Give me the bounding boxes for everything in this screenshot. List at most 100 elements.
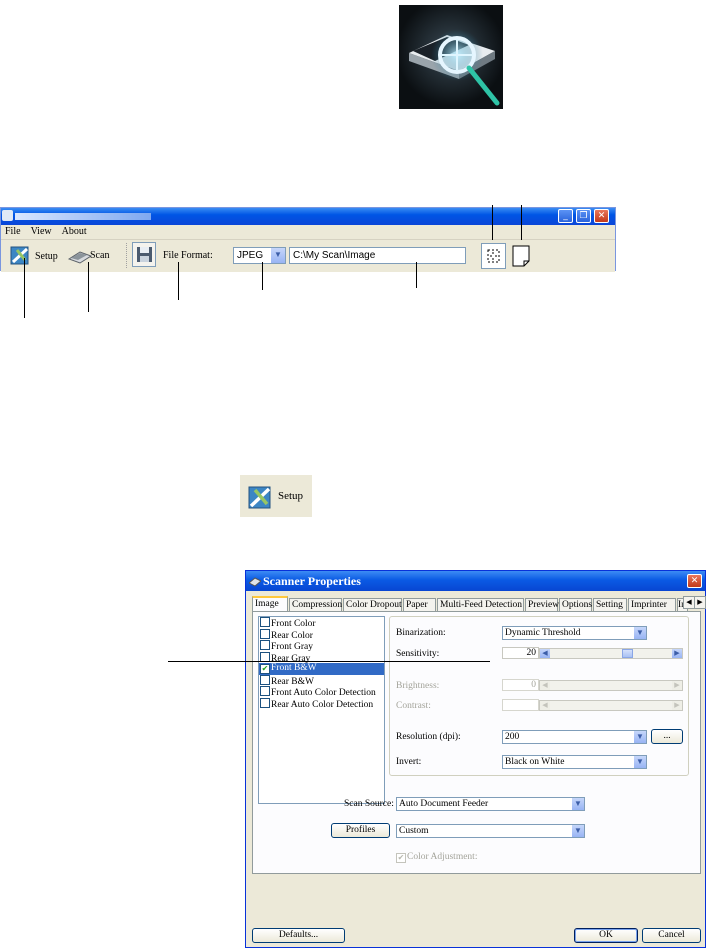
scan-source-label: Scan Source:: [344, 799, 394, 809]
menu-bar: File View About: [1, 225, 615, 239]
ok-button[interactable]: OK: [574, 928, 638, 943]
restore-button[interactable]: ❐: [576, 209, 591, 223]
list-item-label: Rear Gray: [271, 653, 311, 664]
checkbox[interactable]: [260, 617, 270, 627]
color-adjustment-label: Color Adjustment:: [407, 852, 478, 862]
tab-paper[interactable]: Paper: [403, 598, 436, 611]
brightness-slider: ◀ ▶: [539, 680, 683, 691]
chevron-down-icon[interactable]: ▼: [633, 731, 646, 743]
brightness-label: Brightness:: [396, 681, 440, 691]
resolution-select[interactable]: 200 ▼: [502, 730, 647, 744]
settings-group: Binarization: Dynamic Threshold ▼ Sensit…: [389, 616, 689, 776]
profiles-select[interactable]: Custom ▼: [396, 824, 585, 838]
list-item-label: Front Color: [271, 619, 316, 629]
resolution-value: 200: [505, 732, 520, 742]
defaults-button[interactable]: Defaults...: [252, 928, 345, 943]
callout-line: [178, 262, 179, 300]
binarization-select[interactable]: Dynamic Threshold ▼: [502, 626, 647, 640]
menu-about[interactable]: About: [62, 226, 87, 237]
sensitivity-slider[interactable]: ◀ ▶: [539, 648, 683, 659]
invert-label: Invert:: [396, 757, 422, 767]
callout-line: [262, 262, 263, 290]
tab-scroll-right-icon[interactable]: ▶: [694, 596, 706, 609]
tab-image[interactable]: Image: [252, 596, 288, 612]
image-tab-panel: Front Color Rear Color Front Gray Rear G…: [252, 611, 701, 874]
page-size-button[interactable]: [511, 244, 531, 268]
file-format-value: JPEG: [237, 250, 264, 261]
checkbox[interactable]: [260, 651, 270, 662]
list-item[interactable]: Front Color: [259, 617, 384, 629]
close-button[interactable]: ✕: [687, 574, 702, 588]
menu-view[interactable]: View: [31, 226, 52, 237]
setup-icon: [248, 486, 271, 509]
chevron-down-icon[interactable]: ▼: [270, 248, 285, 263]
chevron-down-icon[interactable]: ▼: [633, 627, 646, 639]
chevron-right-icon[interactable]: ▶: [672, 649, 682, 658]
cancel-button[interactable]: Cancel: [642, 928, 701, 943]
list-item-label: Rear Auto Color Detection: [271, 699, 374, 710]
checkbox[interactable]: [260, 686, 270, 696]
crop-area-button[interactable]: [481, 243, 506, 269]
checkbox[interactable]: [260, 697, 270, 708]
checkbox[interactable]: [260, 674, 270, 685]
profiles-value: Custom: [399, 826, 429, 836]
checkbox-checked-disabled: ✔: [396, 853, 406, 863]
file-path-value: C:\My Scan\Image: [293, 250, 376, 261]
chevron-right-icon: ▶: [672, 701, 682, 710]
resolution-more-button[interactable]: ...: [651, 729, 683, 744]
chevron-down-icon[interactable]: ▼: [571, 798, 584, 810]
brightness-value: 0: [502, 679, 539, 691]
dialog-title-bar[interactable]: Scanner Properties ✕: [246, 571, 705, 591]
file-format-select[interactable]: JPEG ▼: [233, 247, 286, 264]
list-item-selected[interactable]: ✔ Front B&W: [259, 663, 384, 675]
callout-line: [492, 205, 493, 240]
tab-multi-feed-detection[interactable]: Multi-Feed Detection: [437, 598, 524, 611]
sensitivity-value[interactable]: 20: [502, 647, 539, 659]
list-item-label: Rear Color: [271, 630, 313, 641]
setup-icon: [10, 246, 29, 265]
minimize-button[interactable]: _: [558, 209, 573, 223]
list-item-label: Rear B&W: [271, 676, 315, 687]
menu-file[interactable]: File: [5, 226, 21, 237]
callout-line: [521, 205, 522, 240]
checkbox-checked[interactable]: ✔: [260, 664, 270, 674]
tab-color-dropout[interactable]: Color Dropout: [343, 598, 402, 611]
main-window: _ ❐ ✕ File View About Setup Scan File Fo…: [0, 207, 616, 272]
scan-source-select[interactable]: Auto Document Feeder ▼: [396, 797, 585, 811]
dialog-title: Scanner Properties: [263, 574, 361, 588]
scan-source-value: Auto Document Feeder: [399, 799, 489, 809]
binarization-value: Dynamic Threshold: [505, 628, 581, 638]
profiles-button[interactable]: Profiles: [331, 823, 390, 838]
tab-options[interactable]: Options: [559, 598, 592, 611]
chevron-right-icon: ▶: [672, 681, 682, 690]
save-button[interactable]: [132, 242, 156, 267]
toolbar: Setup Scan File Format: JPEG ▼ C:\My Sca…: [1, 239, 615, 272]
file-path-input[interactable]: C:\My Scan\Image: [289, 247, 466, 264]
title-text-blurred: [15, 213, 151, 220]
invert-select[interactable]: Black on White ▼: [502, 755, 647, 769]
image-type-list[interactable]: Front Color Rear Color Front Gray Rear G…: [258, 616, 385, 804]
tab-preview[interactable]: Preview: [525, 598, 559, 611]
chevron-left-icon: ◀: [540, 701, 550, 710]
list-item[interactable]: Rear B&W: [259, 674, 384, 687]
chevron-left-icon[interactable]: ◀: [540, 649, 550, 658]
setup-button[interactable]: Setup: [4, 242, 60, 268]
title-bar[interactable]: _ ❐ ✕: [1, 208, 615, 225]
tab-imprinter[interactable]: Imprinter: [628, 598, 676, 611]
tab-setting[interactable]: Setting: [593, 598, 627, 611]
list-item[interactable]: Rear Color: [259, 628, 384, 641]
chevron-down-icon[interactable]: ▼: [571, 825, 584, 837]
chevron-down-icon[interactable]: ▼: [633, 756, 646, 768]
checkbox[interactable]: [260, 640, 270, 650]
close-button[interactable]: ✕: [594, 209, 609, 223]
scanner-app-icon: [399, 5, 503, 109]
list-item[interactable]: Rear Auto Color Detection: [259, 697, 384, 710]
slider-thumb[interactable]: [622, 649, 633, 658]
list-item[interactable]: Front Auto Color Detection: [259, 686, 384, 698]
tab-compression[interactable]: Compression: [289, 598, 342, 611]
page-icon: [512, 245, 530, 267]
checkbox[interactable]: [260, 628, 270, 639]
list-item[interactable]: Front Gray: [259, 640, 384, 652]
file-format-label: File Format:: [163, 250, 213, 261]
scan-button[interactable]: Scan: [65, 242, 115, 268]
